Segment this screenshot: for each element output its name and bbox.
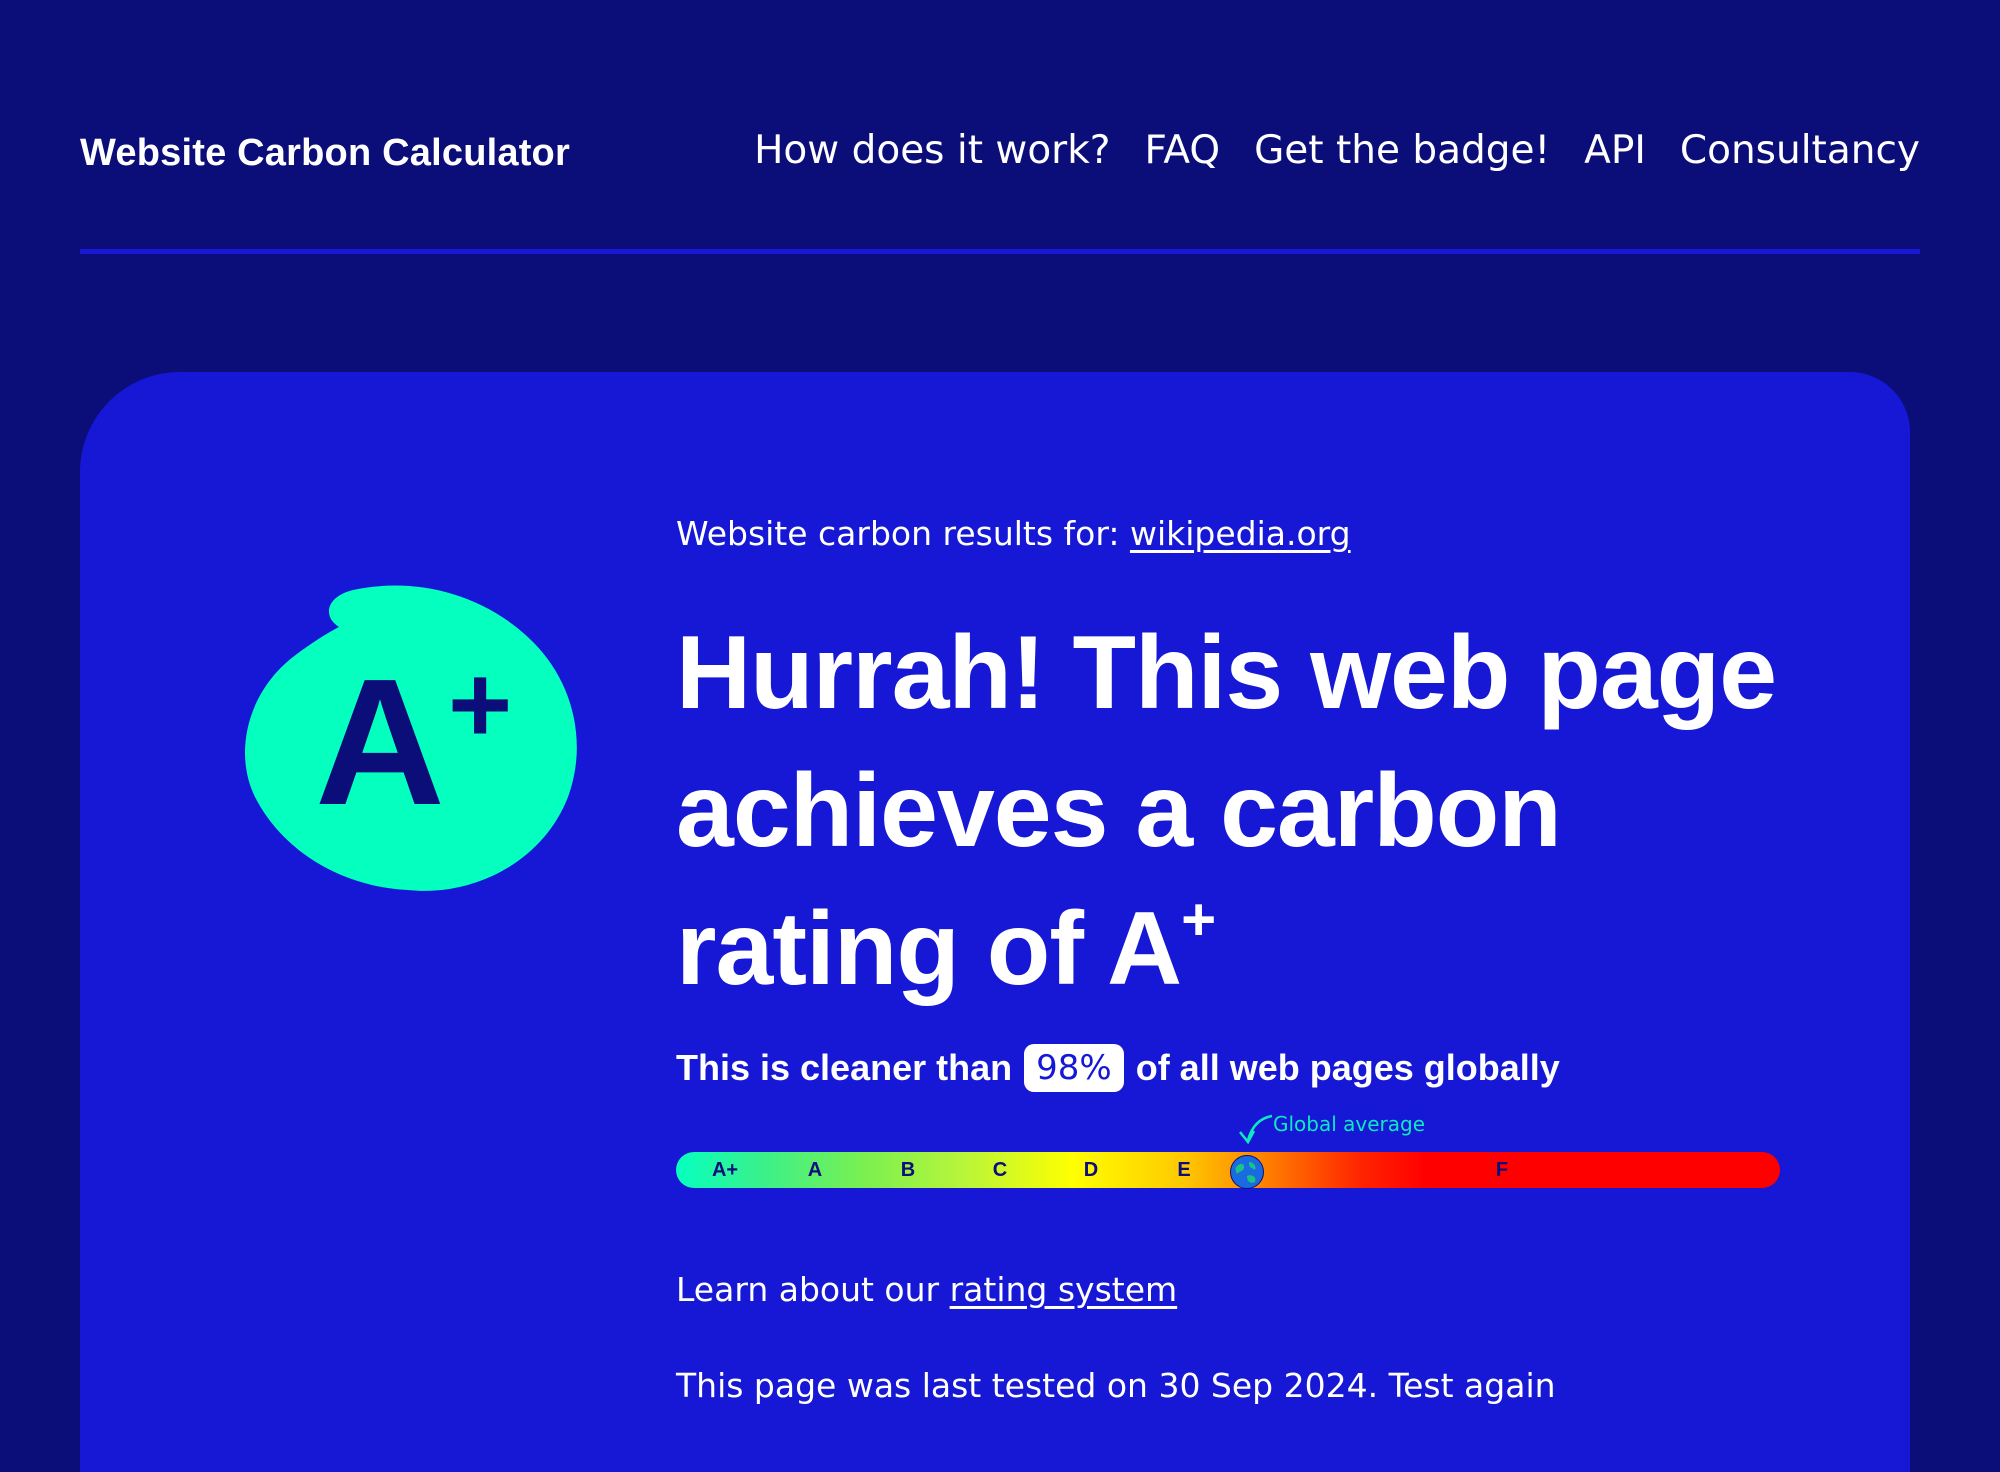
brand-logo-text[interactable]: Website Carbon Calculator (80, 132, 570, 175)
page-title: Hurrah! This web page achieves a carbon … (676, 604, 1796, 1018)
cleaner-after: of all web pages globally (1135, 1047, 1560, 1088)
nav-api[interactable]: API (1584, 128, 1646, 173)
scale-grade-c: C (992, 1159, 1008, 1181)
results-for-line: Website carbon results for: wikipedia.or… (676, 514, 1351, 553)
rating-scale-bar: A+ A B C D E F (676, 1152, 1780, 1188)
cleaner-before: This is cleaner than (676, 1047, 1013, 1088)
nav-consultancy[interactable]: Consultancy (1680, 128, 1920, 173)
learn-rating-line: Learn about our rating system (676, 1270, 1177, 1309)
global-average-label: Global average (1273, 1112, 1426, 1136)
scale-grade-e: E (1177, 1159, 1191, 1181)
cleaner-than-line: This is cleaner than 98% of all web page… (676, 1044, 1560, 1092)
rating-badge-plus: + (448, 643, 512, 766)
results-label: Website carbon results for: (676, 514, 1130, 553)
scale-grade-a-plus: A+ (711, 1159, 739, 1181)
globe-icon (1230, 1155, 1264, 1189)
rating-badge: A + (243, 582, 580, 892)
main-nav: How does it work? FAQ Get the badge! API… (754, 128, 1920, 173)
scale-grade-d: D (1083, 1159, 1099, 1181)
scale-grade-a: A (807, 1159, 823, 1181)
percent-badge: 98% (1024, 1044, 1124, 1092)
nav-get-badge[interactable]: Get the badge! (1254, 128, 1550, 173)
headline-sup: + (1181, 886, 1216, 953)
scale-grade-b: B (900, 1159, 916, 1181)
results-site-link[interactable]: wikipedia.org (1130, 514, 1351, 553)
site-header: Website Carbon Calculator How does it wo… (80, 0, 1920, 253)
last-tested-line: This page was last tested on 30 Sep 2024… (676, 1366, 1556, 1405)
headline-text: Hurrah! This web page achieves a carbon … (676, 615, 1777, 1007)
learn-label: Learn about our (676, 1270, 950, 1309)
rating-system-link[interactable]: rating system (950, 1270, 1178, 1309)
rating-badge-letter: A (315, 642, 445, 843)
header-divider (80, 249, 1920, 254)
nav-how-it-works[interactable]: How does it work? (754, 128, 1110, 173)
scale-grade-f: F (1495, 1159, 1509, 1181)
global-average-arrow-icon (1239, 1114, 1273, 1145)
rating-blob-icon: A + (244, 585, 577, 891)
nav-faq[interactable]: FAQ (1145, 128, 1221, 173)
